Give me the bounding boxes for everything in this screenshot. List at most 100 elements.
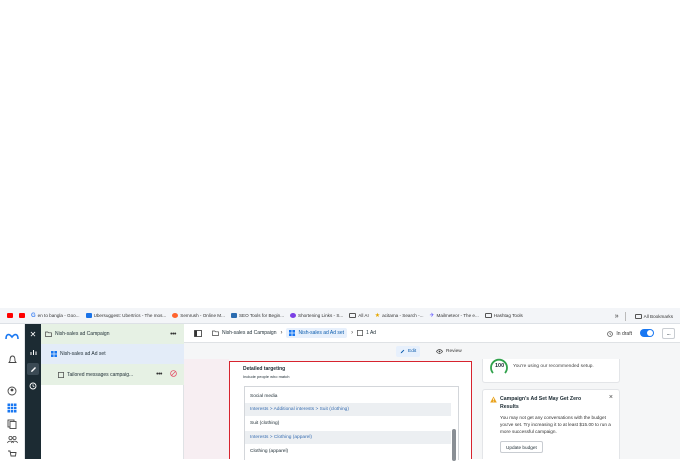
list-item-label: Interests > Clothing (apparel) — [250, 435, 312, 440]
youtube-icon — [7, 313, 13, 318]
divider — [624, 311, 626, 321]
tree-item-campaign[interactable]: Nish-sales ad Campaign ••• — [41, 324, 184, 344]
bookmarks-overflow-button[interactable]: » — [615, 313, 619, 320]
folder-icon — [212, 330, 219, 336]
breadcrumb-ad[interactable]: 1 Ad — [357, 330, 376, 336]
bookmark-google-translate[interactable]: Gen to bangla - Goo... — [28, 308, 83, 324]
more-options-button[interactable]: ••• — [156, 371, 162, 378]
bookmark-label: acitama - Search -... — [382, 313, 424, 318]
breadcrumb: Nish-sales ad Campaign › Nish-sales ad A… — [184, 324, 680, 343]
campaign-tree: Nish-sales ad Campaign ••• Nish-sales ad… — [41, 324, 184, 459]
site-icon — [290, 313, 297, 318]
site-icon — [85, 313, 92, 318]
folder-icon — [45, 331, 52, 337]
edit-pencil-icon — [400, 349, 405, 354]
blank-page-area — [0, 0, 680, 308]
list-item[interactable]: Suit (clothing) — [245, 417, 451, 430]
editor-tool-rail: ✕ — [25, 324, 41, 459]
draft-label: In draft — [616, 330, 632, 337]
bookmarks-bar: Gen to bangla - Goo... Ubersuggest: Uber… — [0, 308, 680, 324]
breadcrumb-campaign[interactable]: Nish-sales ad Campaign — [212, 330, 276, 336]
folder-icon — [349, 313, 357, 318]
chevron-right-icon: › — [280, 330, 283, 336]
tree-item-adset[interactable]: Nish-sales ad Ad set — [41, 344, 184, 364]
list-item[interactable]: Clothing (apparel) — [245, 445, 451, 458]
bookmark-folder-all-ai[interactable]: All AI — [346, 308, 371, 324]
bookmark-youtube-1[interactable] — [4, 308, 16, 324]
error-block-icon — [170, 370, 177, 379]
bookmark-acitama[interactable]: ★ acitama - Search -... — [372, 308, 427, 324]
review-mode-button[interactable]: Review — [432, 346, 466, 357]
alert-body: You may not get any conversations with t… — [500, 415, 611, 435]
folder-icon — [484, 313, 492, 318]
edit-label: Edit — [408, 349, 417, 354]
tree-label: Nish-sales ad Campaign — [55, 331, 110, 337]
update-budget-button[interactable]: Update budget — [500, 441, 543, 453]
list-item[interactable]: Interests > Additional interests > Suit … — [245, 403, 451, 416]
tree-label: Tailored messages campaig... — [67, 371, 134, 378]
site-icon: ✈ — [429, 313, 435, 319]
list-item-label: Clothing (apparel) — [250, 449, 289, 454]
list-item-label: Interests > Additional interests > Suit … — [250, 407, 349, 412]
edit-mode-button[interactable]: Edit — [396, 346, 421, 357]
ads-manager-grid-icon[interactable] — [5, 401, 19, 415]
adset-grid-icon — [51, 351, 57, 357]
ad-document-icon — [357, 330, 364, 336]
score-value: 100 — [495, 363, 505, 369]
audiences-icon[interactable] — [5, 432, 19, 446]
bookmark-shortening-links[interactable]: Shortening Links - S... — [287, 308, 346, 324]
tree-item-ad[interactable]: Tailored messages campaig... ••• — [41, 364, 184, 385]
bookmark-label: Semrush - Online M... — [180, 313, 225, 318]
breadcrumb-adset[interactable]: Nish-sales ad Ad set — [286, 328, 348, 338]
close-icon[interactable]: × — [609, 394, 613, 401]
section-subtitle: Include people who match — [243, 374, 290, 379]
review-label: Review — [446, 349, 462, 354]
section-title: Detailed targeting — [243, 366, 286, 372]
all-bookmarks-button[interactable]: All Bookmarks — [632, 308, 676, 324]
bookmark-label: en to bangla - Goo... — [37, 313, 80, 318]
bookmark-label: SEO Tools for Begin... — [238, 313, 285, 318]
right-sidebar: 100 You're using our recommended setup. … — [480, 358, 680, 459]
recommendation-card: 100 You're using our recommended setup. — [482, 358, 620, 383]
draft-status: In draft — [607, 324, 632, 343]
ad-set-on-off-toggle[interactable] — [640, 329, 654, 337]
youtube-icon — [19, 313, 25, 318]
adset-grid-icon — [289, 330, 296, 336]
bookmark-folder-hashtag[interactable]: Hashtag Tools — [482, 308, 526, 324]
notifications-icon[interactable] — [5, 353, 19, 367]
bookmark-label: Mailmeteor - The e... — [436, 313, 479, 318]
meta-nav-rail — [0, 324, 25, 459]
semrush-icon — [172, 313, 179, 318]
list-item[interactable]: Interests > Clothing (apparel) — [245, 431, 451, 444]
meta-logo-icon[interactable] — [5, 329, 19, 343]
more-options-button[interactable]: ••• — [170, 331, 176, 338]
history-icon[interactable] — [27, 380, 39, 392]
alert-title: Campaign's Ad Set May Get Zero Results — [500, 396, 582, 410]
account-icon[interactable] — [5, 384, 19, 398]
bookmark-label: Ubersuggest: Ubertrics - The mos... — [93, 313, 167, 318]
folder-icon — [634, 313, 642, 319]
list-item[interactable]: Social media — [245, 390, 451, 403]
targeting-list[interactable]: Social media Interests > Additional inte… — [244, 386, 459, 461]
toggle-panel-icon[interactable] — [194, 329, 202, 337]
draft-status-icon — [607, 330, 614, 337]
bookmark-seo-tools[interactable]: SEO Tools for Begin... — [228, 308, 287, 324]
breadcrumb-label: Nish-sales ad Campaign — [222, 330, 277, 336]
bookmark-semrush[interactable]: Semrush - Online M... — [169, 308, 228, 324]
bookmark-youtube-2[interactable] — [16, 308, 28, 324]
all-bookmarks-label: All Bookmarks — [643, 313, 673, 319]
main-panel: Nish-sales ad Campaign › Nish-sales ad A… — [184, 324, 680, 461]
breadcrumb-label: Nish-sales ad Ad set — [298, 330, 345, 336]
chart-icon[interactable] — [27, 346, 39, 358]
bookmark-ubersuggest[interactable]: Ubersuggest: Ubertrics - The mos... — [83, 308, 170, 324]
chevron-right-icon: › — [351, 330, 354, 336]
bookmark-mailmeteor[interactable]: ✈ Mailmeteor - The e... — [426, 308, 481, 324]
close-icon[interactable]: ✕ — [27, 328, 39, 340]
site-icon — [230, 313, 237, 318]
google-icon: G — [31, 312, 36, 319]
eye-icon — [436, 349, 443, 354]
more-actions-button[interactable]: ... — [662, 328, 675, 339]
edit-pencil-icon[interactable] — [27, 363, 39, 375]
scrollbar[interactable] — [452, 429, 456, 461]
pages-icon[interactable] — [5, 417, 19, 431]
